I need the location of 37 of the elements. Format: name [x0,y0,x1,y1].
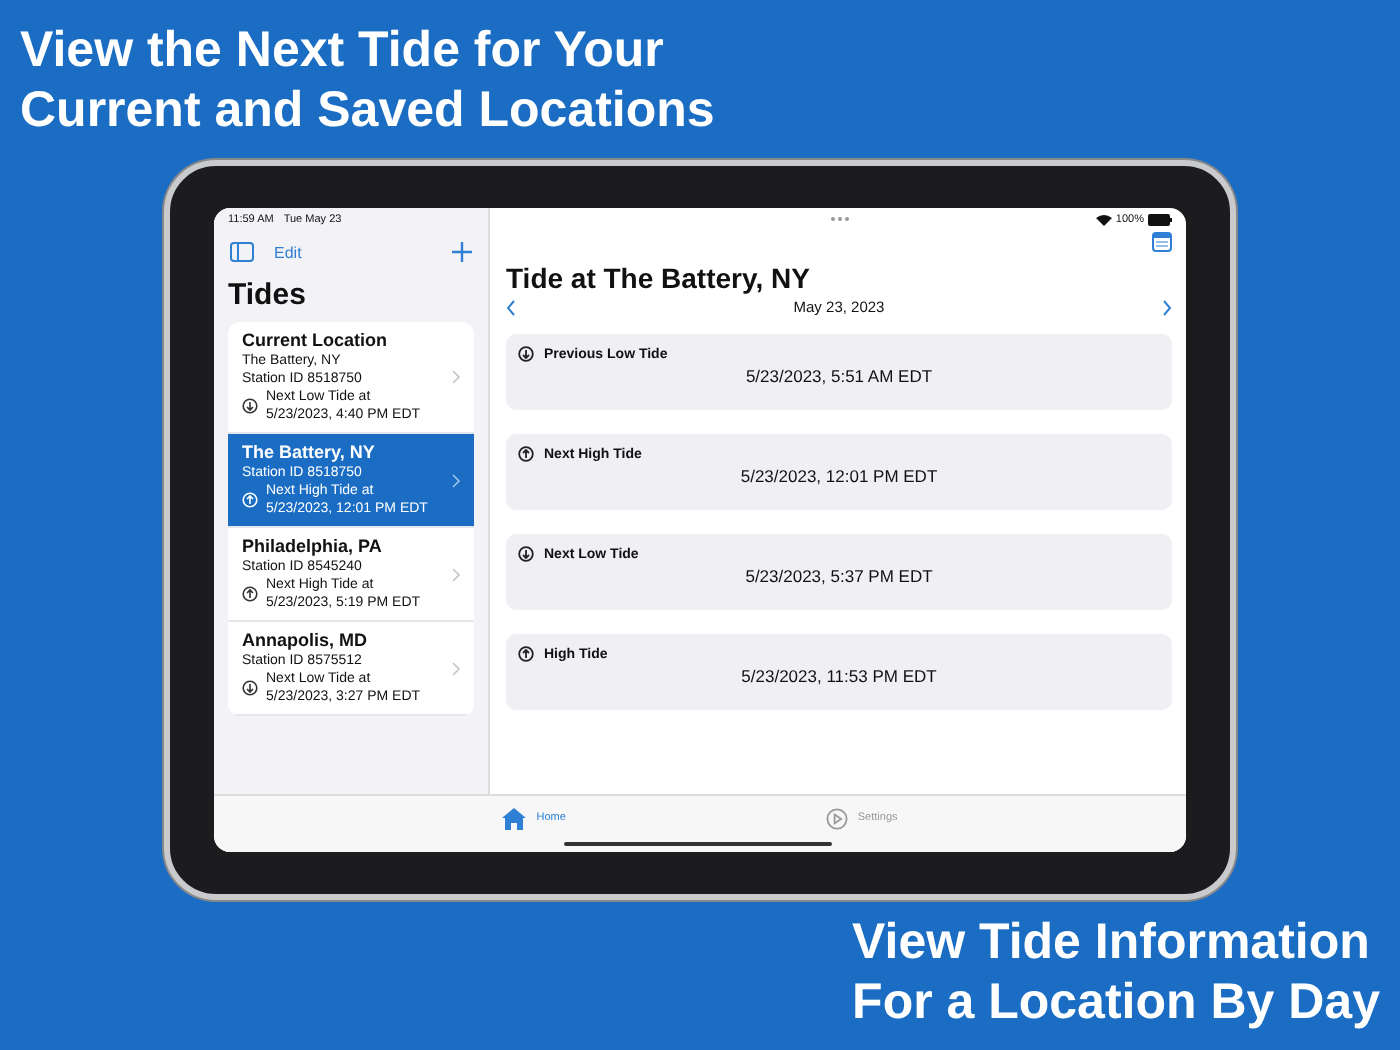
tide-time: 5/23/2023, 5:37 PM EDT [743,566,935,586]
location-name: The Battery, NY [242,442,377,464]
location-name: Philadelphia, PA [242,536,384,558]
arrow-up-circle-icon [518,446,534,462]
caption-text: View Tide Information [852,912,1372,972]
battery-icon [1148,214,1172,226]
sidebar-toggle-icon[interactable] [230,242,254,262]
chevron-right-icon [452,661,460,675]
arrow-down-circle-icon [518,346,534,362]
caption-text: For a Location By Day [852,972,1380,1032]
wifi-icon [1095,214,1112,226]
tide-time: 5/23/2023, 5:51 AM EDT [743,366,935,386]
arrow-up-circle-icon [518,646,534,662]
chevron-right-icon [452,473,460,487]
detail-title: Tide at The Battery, NY [506,262,812,294]
chevron-right-icon [452,370,460,384]
headline-text: Current and Saved Locations [20,80,717,140]
chevron-left-icon[interactable] [506,299,516,315]
calendar-icon[interactable] [1152,232,1172,252]
location-name: Annapolis, MD [242,630,369,652]
arrow-up-circle-icon [242,492,258,508]
add-icon[interactable] [452,242,472,262]
arrow-down-circle-icon [242,680,258,696]
tide-time: 5/23/2023, 11:53 PM EDT [739,666,939,686]
arrow-down-circle-icon [518,546,534,562]
tide-time: 5/23/2023, 12:01 PM EDT [738,466,940,486]
arrow-up-circle-icon [242,586,258,602]
location-name: Current Location [242,330,390,352]
multitasking-dots-icon[interactable] [829,216,849,222]
headline-text: View the Next Tide for Your [20,20,666,80]
chevron-right-icon[interactable] [1161,299,1172,315]
arrow-down-circle-icon [242,398,258,414]
sidebar-title: Tides [228,278,308,312]
edit-button[interactable]: Edit [274,243,302,261]
chevron-right-icon [452,567,460,581]
play-circle-icon [825,807,848,829]
home-icon [502,807,527,829]
